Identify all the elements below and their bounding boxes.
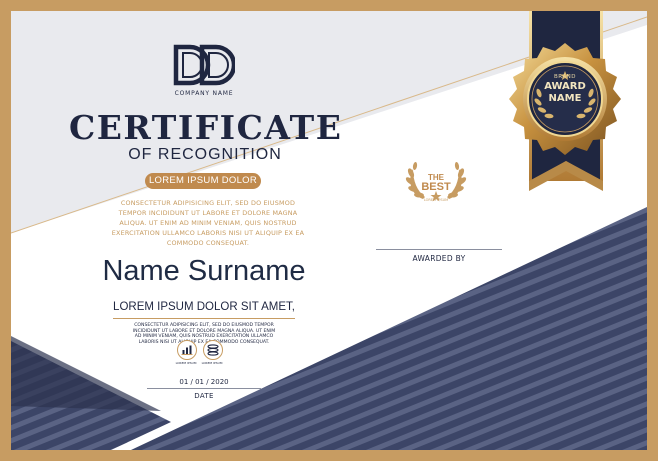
intro-paragraph: CONSECTETUR ADIPISICING ELIT, SED DO EIU… bbox=[111, 199, 305, 247]
date-label: DATE bbox=[194, 392, 214, 400]
headline-text: LOREM IPSUM DOLOR SIT AMET, bbox=[113, 301, 295, 313]
signature-line bbox=[376, 249, 502, 250]
seal-brand: BRAND bbox=[554, 74, 576, 80]
best-badge-text: THE BEST bbox=[413, 174, 459, 193]
double-d-logo-icon bbox=[173, 44, 235, 86]
awarded-by-label: AWARDED BY bbox=[412, 254, 466, 263]
date-line bbox=[147, 388, 261, 389]
seal-line1: AWARD bbox=[544, 81, 586, 92]
best-badge-caption: LOREM IPSUM bbox=[423, 198, 449, 202]
seal-line2: NAME bbox=[548, 93, 582, 104]
icon-caption: LOREM IPSUM bbox=[201, 361, 223, 365]
certificate-frame: COMPANY NAME CERTIFICATE OF RECOGNITION … bbox=[0, 0, 658, 461]
recipient-name: Name Surname bbox=[102, 255, 306, 287]
headline-underline bbox=[113, 318, 295, 319]
company-name: COMPANY NAME bbox=[174, 90, 234, 97]
certificate-title: CERTIFICATE bbox=[69, 108, 343, 147]
certificate-subtitle: OF RECOGNITION bbox=[128, 146, 282, 163]
icon-caption: LOREM IPSUM bbox=[175, 361, 197, 365]
date-value: 01 / 01 / 2020 bbox=[179, 378, 229, 386]
coins-icon bbox=[203, 340, 223, 360]
chart-icon bbox=[177, 340, 197, 360]
striped-band-shadow bbox=[11, 336, 161, 411]
best-badge-line2: BEST bbox=[421, 181, 451, 193]
certificate-sheet: COMPANY NAME CERTIFICATE OF RECOGNITION … bbox=[11, 11, 647, 450]
pill-label: LOREM IPSUM DOLOR bbox=[145, 173, 261, 189]
